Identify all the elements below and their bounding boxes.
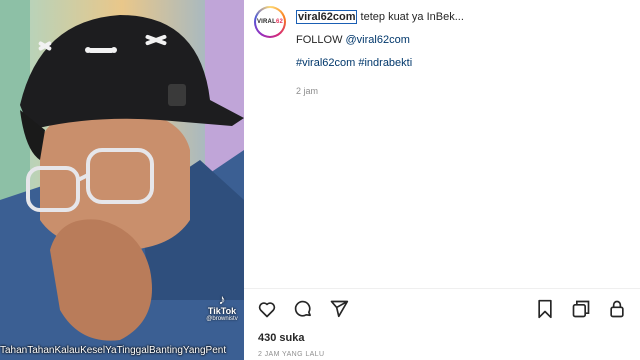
follow-line: FOLLOW @viral62com (296, 33, 626, 48)
copy-icon (572, 300, 590, 318)
share-button[interactable] (328, 298, 350, 320)
post-caption: viral62com tetep kuat ya InBek... FOLLOW… (296, 10, 626, 71)
post-media[interactable]: ♪ TikTok @brownistv TahanTahanKalauKesel… (0, 0, 244, 360)
tiktok-label: TikTok (207, 306, 237, 316)
tiktok-handle: @brownistv (206, 316, 238, 322)
likes-count[interactable]: 430 suka (258, 332, 304, 344)
lock-button[interactable] (606, 298, 628, 320)
like-button[interactable] (256, 298, 278, 320)
avatar[interactable]: VIRAL62 (254, 6, 286, 38)
action-bar-right (534, 298, 628, 320)
comment-button[interactable] (292, 298, 314, 320)
action-bar-left (256, 298, 350, 322)
hashtags-line: #viral62com #indrabekti (296, 56, 626, 71)
follow-prefix: FOLLOW (296, 34, 346, 46)
caption-line-1: viral62com tetep kuat ya InBek... (296, 10, 626, 25)
video-caption-strip: TahanTahanKalauKeselYaTinggalBantingYang… (0, 345, 227, 356)
copy-button[interactable] (570, 298, 592, 320)
save-button[interactable] (534, 298, 556, 320)
bookmark-icon (538, 299, 552, 319)
hashtags-link[interactable]: #viral62com #indrabekti (296, 57, 412, 69)
avatar-logo: VIRAL62 (257, 19, 283, 25)
lock-icon (610, 300, 624, 318)
tiktok-watermark: ♪ TikTok @brownistv (200, 292, 244, 322)
avatar-logo-accent: 62 (275, 19, 284, 25)
caption-text: tetep kuat ya InBek... (360, 11, 464, 23)
avatar-logo-main: VIRAL (256, 19, 276, 25)
follow-handle-link[interactable]: @viral62com (346, 34, 410, 46)
caption-time: 2 jam (296, 86, 319, 96)
divider (244, 288, 640, 289)
post-panel: VIRAL62 viral62com tetep kuat ya InBek..… (244, 0, 640, 360)
heart-icon (258, 302, 276, 318)
avatar-inner: VIRAL62 (256, 8, 284, 36)
comment-icon (294, 300, 311, 317)
share-icon (330, 300, 349, 318)
post-time: 2 JAM YANG LALU (258, 351, 325, 358)
tiktok-logo-icon: ♪ (218, 291, 226, 307)
username-link[interactable]: viral62com (296, 10, 358, 24)
